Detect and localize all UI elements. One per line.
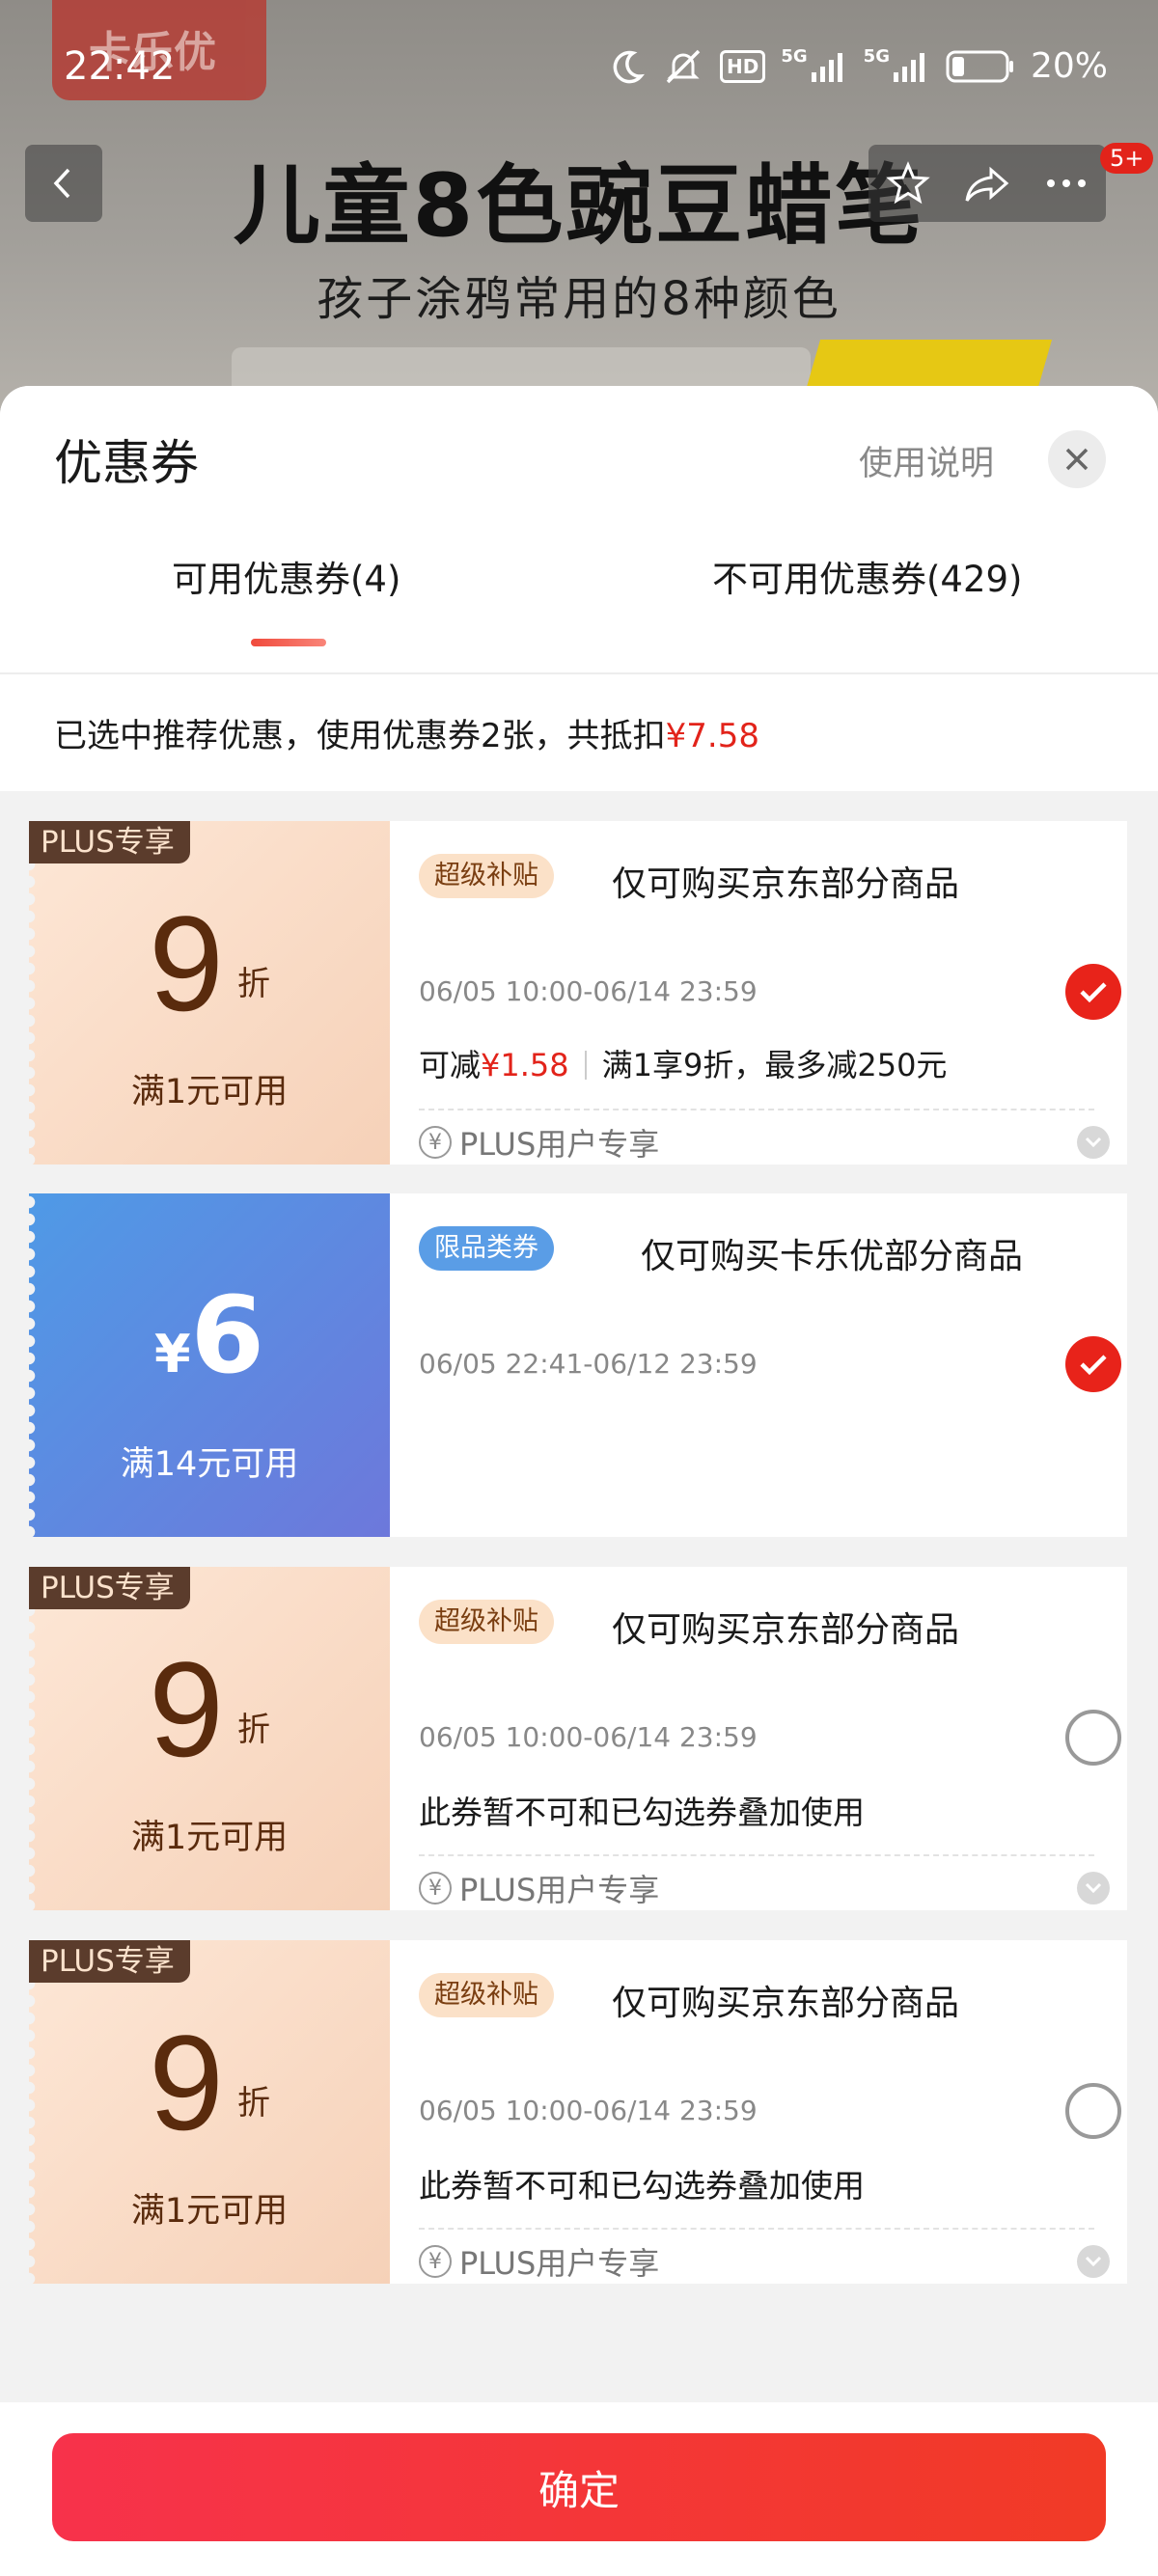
- coupon-scope: 仅可购买京东部分商品: [612, 1610, 960, 1650]
- coupon-value-panel: ¥6 满14元可用: [29, 1193, 390, 1537]
- coupon-card[interactable]: PLUS专享 9折 满1元可用 超级补贴 仅可购买京东部分商品 06/05 10…: [29, 1940, 1127, 2284]
- share-button[interactable]: [948, 145, 1027, 222]
- chevron-down-icon: [1085, 1137, 1102, 1148]
- usage-instructions-link[interactable]: 使用说明: [859, 436, 994, 485]
- summary-amount: ¥7.58: [665, 717, 759, 755]
- expand-button[interactable]: [1077, 1872, 1110, 1905]
- signal-1-icon: 5G: [781, 46, 847, 82]
- check-icon: [1080, 1355, 1107, 1376]
- discount-value: 9折: [149, 2007, 270, 2158]
- dashed-divider: [419, 1109, 1094, 1110]
- coupon-condition: 满14元可用: [120, 1445, 299, 1484]
- discount-value: 9折: [149, 888, 270, 1039]
- plus-user-note: ¥ PLUS用户专享: [419, 2239, 659, 2284]
- coupon-period: 06/05 10:00-06/14 23:59: [419, 2095, 758, 2126]
- sheet-footer: 确定: [0, 2402, 1158, 2576]
- status-icons: HD 5G 5G 20%: [608, 46, 1108, 86]
- coupon-value-panel: PLUS专享 9折 满1元可用: [29, 1567, 390, 1910]
- confirm-button[interactable]: 确定: [52, 2433, 1106, 2541]
- plus-user-note: ¥ PLUS用户专享: [419, 1120, 659, 1165]
- super-subsidy-tag: 超级补贴: [419, 1600, 554, 1644]
- stacking-note: 此券暂不可和已勾选券叠加使用: [419, 2167, 865, 2205]
- active-tab-indicator: [251, 639, 326, 646]
- coupon-card[interactable]: ¥6 满14元可用 限品类券 仅可购买卡乐优部分商品 06/05 22:41-0…: [29, 1193, 1127, 1537]
- battery-icon: [946, 49, 1015, 84]
- selection-summary: 已选中推荐优惠，使用优惠券2张，共抵扣¥7.58: [54, 717, 759, 755]
- category-limit-tag: 限品类券: [419, 1226, 554, 1271]
- expand-button[interactable]: [1077, 2245, 1110, 2278]
- chevron-down-icon: [1085, 2256, 1102, 2267]
- coupon-condition: 满1元可用: [130, 1819, 289, 1857]
- more-dots-icon: [1047, 179, 1086, 187]
- coupon-saving: 可减¥1.58 满1享9折，最多减250元: [419, 1047, 948, 1083]
- coupon-amount: ¥6: [153, 1274, 265, 1397]
- coupon-checkbox-unchecked[interactable]: [1065, 2083, 1121, 2139]
- plus-exclusive-tag: PLUS专享: [29, 1940, 190, 1983]
- coupon-card[interactable]: PLUS专享 9折 满1元可用 超级补贴 仅可购买京东部分商品 06/05 10…: [29, 1567, 1127, 1910]
- expand-button[interactable]: [1077, 1126, 1110, 1159]
- coupon-details: 限品类券 仅可购买卡乐优部分商品 06/05 22:41-06/12 23:59: [390, 1193, 1127, 1537]
- tab-unavailable-coupons[interactable]: 不可用优惠券(429): [712, 550, 1023, 602]
- coupon-card[interactable]: PLUS专享 9折 满1元可用 超级补贴 仅可购买京东部分商品 06/05 10…: [29, 821, 1127, 1165]
- divider: [0, 672, 1158, 674]
- back-button[interactable]: [25, 145, 102, 222]
- coupon-value-panel: PLUS专享 9折 满1元可用: [29, 1940, 390, 2284]
- hd-icon: HD: [720, 49, 766, 83]
- status-bar: 22:42 HD 5G 5G 20%: [0, 0, 1158, 135]
- coupon-details: 超级补贴 仅可购买京东部分商品 06/05 10:00-06/14 23:59 …: [390, 1567, 1127, 1910]
- dashed-divider: [419, 1854, 1094, 1856]
- close-icon: [1065, 448, 1089, 471]
- coupon-value-panel: PLUS专享 9折 满1元可用: [29, 821, 390, 1165]
- yen-icon: ¥: [419, 2245, 452, 2278]
- plus-user-note: ¥ PLUS用户专享: [419, 1866, 659, 1910]
- yen-icon: ¥: [419, 1126, 452, 1159]
- discount-value: 9折: [149, 1633, 270, 1785]
- check-icon: [1080, 982, 1107, 1003]
- moon-icon: [608, 47, 647, 86]
- tab-available-coupons[interactable]: 可用优惠券(4): [172, 550, 400, 602]
- plus-exclusive-tag: PLUS专享: [29, 1567, 190, 1609]
- close-button[interactable]: [1048, 430, 1106, 488]
- coupon-tabs: 可用优惠券(4) 不可用优惠券(429): [0, 550, 1158, 646]
- super-subsidy-tag: 超级补贴: [419, 854, 554, 898]
- top-right-actions: [868, 145, 1106, 222]
- product-subline: 孩子涂鸦常用的8种颜色: [317, 272, 841, 326]
- battery-percent: 20%: [1030, 46, 1108, 86]
- coupon-scope: 仅可购买卡乐优部分商品: [641, 1237, 1024, 1276]
- dashed-divider: [419, 2228, 1094, 2230]
- chevron-left-icon: [53, 168, 70, 199]
- coupon-checkbox-checked[interactable]: [1065, 1336, 1121, 1392]
- coupon-checkbox-unchecked[interactable]: [1065, 1710, 1121, 1766]
- sheet-header: 优惠券 使用说明 可用优惠券(4) 不可用优惠券(429) 已选中推荐优惠，使用…: [0, 386, 1158, 791]
- coupon-period: 06/05 10:00-06/14 23:59: [419, 975, 758, 1007]
- coupon-condition: 满1元可用: [130, 1073, 289, 1111]
- super-subsidy-tag: 超级补贴: [419, 1973, 554, 2017]
- chevron-down-icon: [1085, 1882, 1102, 1894]
- plus-exclusive-tag: PLUS专享: [29, 821, 190, 863]
- message-badge: 5+: [1100, 143, 1154, 174]
- more-button[interactable]: [1027, 145, 1106, 222]
- signal-2-icon: 5G: [864, 46, 930, 82]
- coupon-checkbox-checked[interactable]: [1065, 964, 1121, 1020]
- star-icon: [886, 161, 930, 205]
- sheet-title: 优惠券: [54, 435, 199, 491]
- mute-bell-icon: [662, 47, 704, 86]
- coupon-period: 06/05 22:41-06/12 23:59: [419, 1348, 758, 1380]
- status-time: 22:42: [64, 44, 176, 89]
- coupon-period: 06/05 10:00-06/14 23:59: [419, 1721, 758, 1753]
- stacking-note: 此券暂不可和已勾选券叠加使用: [419, 1794, 865, 1831]
- coupon-details: 超级补贴 仅可购买京东部分商品 06/05 10:00-06/14 23:59 …: [390, 1940, 1127, 2284]
- coupon-condition: 满1元可用: [130, 2192, 289, 2231]
- coupon-details: 超级补贴 仅可购买京东部分商品 06/05 10:00-06/14 23:59 …: [390, 821, 1127, 1165]
- share-icon: [965, 166, 1009, 202]
- coupon-sheet: 优惠券 使用说明 可用优惠券(4) 不可用优惠券(429) 已选中推荐优惠，使用…: [0, 386, 1158, 2576]
- coupon-scope: 仅可购买京东部分商品: [612, 864, 960, 904]
- yen-icon: ¥: [419, 1872, 452, 1905]
- favorite-button[interactable]: [868, 145, 948, 222]
- coupon-scope: 仅可购买京东部分商品: [612, 1984, 960, 2023]
